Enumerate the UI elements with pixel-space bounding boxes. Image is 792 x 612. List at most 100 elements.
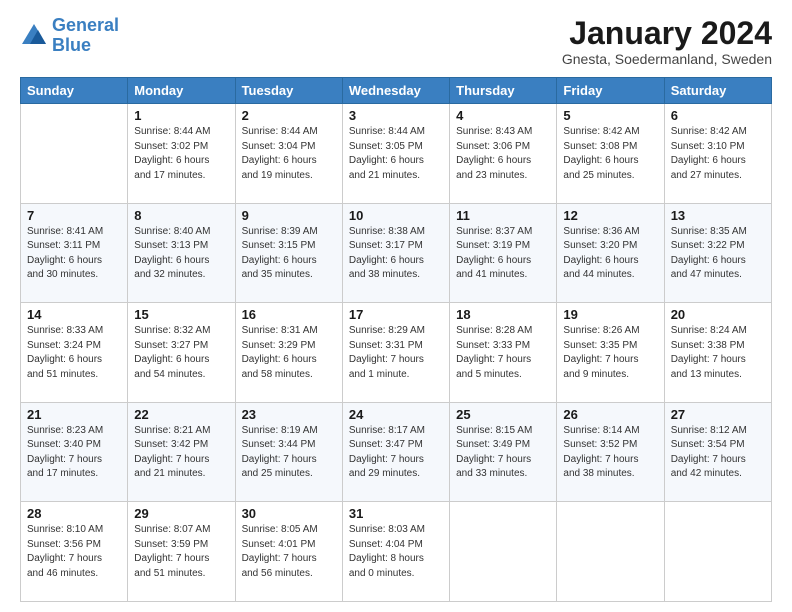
calendar-weekday-header: Wednesday (342, 78, 449, 104)
day-info: Sunrise: 8:38 AMSunset: 3:17 PMDaylight:… (349, 226, 425, 281)
day-info: Sunrise: 8:44 AMSunset: 3:02 PMDaylight:… (134, 126, 210, 181)
calendar-day-cell: 18 Sunrise: 8:28 AMSunset: 3:33 PMDaylig… (450, 303, 557, 403)
day-info: Sunrise: 8:41 AMSunset: 3:11 PMDaylight:… (27, 226, 103, 281)
day-info: Sunrise: 8:42 AMSunset: 3:08 PMDaylight:… (563, 126, 639, 181)
day-number: 9 (242, 208, 336, 223)
calendar-week-row: 1 Sunrise: 8:44 AMSunset: 3:02 PMDayligh… (21, 104, 772, 204)
day-info: Sunrise: 8:24 AMSunset: 3:38 PMDaylight:… (671, 325, 747, 380)
calendar-day-cell: 17 Sunrise: 8:29 AMSunset: 3:31 PMDaylig… (342, 303, 449, 403)
day-number: 27 (671, 407, 765, 422)
calendar-weekday-header: Monday (128, 78, 235, 104)
calendar-weekday-header: Friday (557, 78, 664, 104)
header: General Blue January 2024 Gnesta, Soeder… (20, 16, 772, 67)
day-number: 14 (27, 307, 121, 322)
day-info: Sunrise: 8:03 AMSunset: 4:04 PMDaylight:… (349, 524, 425, 579)
calendar-day-cell: 13 Sunrise: 8:35 AMSunset: 3:22 PMDaylig… (664, 203, 771, 303)
day-info: Sunrise: 8:42 AMSunset: 3:10 PMDaylight:… (671, 126, 747, 181)
calendar-day-cell: 15 Sunrise: 8:32 AMSunset: 3:27 PMDaylig… (128, 303, 235, 403)
day-number: 17 (349, 307, 443, 322)
day-number: 16 (242, 307, 336, 322)
day-info: Sunrise: 8:05 AMSunset: 4:01 PMDaylight:… (242, 524, 318, 579)
day-info: Sunrise: 8:43 AMSunset: 3:06 PMDaylight:… (456, 126, 532, 181)
calendar-day-cell: 7 Sunrise: 8:41 AMSunset: 3:11 PMDayligh… (21, 203, 128, 303)
calendar-weekday-header: Sunday (21, 78, 128, 104)
day-info: Sunrise: 8:10 AMSunset: 3:56 PMDaylight:… (27, 524, 103, 579)
day-info: Sunrise: 8:19 AMSunset: 3:44 PMDaylight:… (242, 425, 318, 480)
day-number: 5 (563, 108, 657, 123)
calendar-day-cell: 19 Sunrise: 8:26 AMSunset: 3:35 PMDaylig… (557, 303, 664, 403)
day-number: 24 (349, 407, 443, 422)
day-info: Sunrise: 8:15 AMSunset: 3:49 PMDaylight:… (456, 425, 532, 480)
calendar-day-cell: 6 Sunrise: 8:42 AMSunset: 3:10 PMDayligh… (664, 104, 771, 204)
day-info: Sunrise: 8:07 AMSunset: 3:59 PMDaylight:… (134, 524, 210, 579)
logo: General Blue (20, 16, 119, 56)
calendar-day-cell: 11 Sunrise: 8:37 AMSunset: 3:19 PMDaylig… (450, 203, 557, 303)
calendar-week-row: 28 Sunrise: 8:10 AMSunset: 3:56 PMDaylig… (21, 502, 772, 602)
day-number: 28 (27, 506, 121, 521)
calendar-day-cell: 12 Sunrise: 8:36 AMSunset: 3:20 PMDaylig… (557, 203, 664, 303)
day-number: 1 (134, 108, 228, 123)
title-block: January 2024 Gnesta, Soedermanland, Swed… (562, 16, 772, 67)
calendar-day-cell (21, 104, 128, 204)
day-number: 12 (563, 208, 657, 223)
day-info: Sunrise: 8:26 AMSunset: 3:35 PMDaylight:… (563, 325, 639, 380)
day-info: Sunrise: 8:40 AMSunset: 3:13 PMDaylight:… (134, 226, 210, 281)
calendar-day-cell: 24 Sunrise: 8:17 AMSunset: 3:47 PMDaylig… (342, 402, 449, 502)
day-number: 22 (134, 407, 228, 422)
day-info: Sunrise: 8:32 AMSunset: 3:27 PMDaylight:… (134, 325, 210, 380)
day-number: 25 (456, 407, 550, 422)
logo-icon (20, 22, 48, 50)
day-info: Sunrise: 8:36 AMSunset: 3:20 PMDaylight:… (563, 226, 639, 281)
day-number: 31 (349, 506, 443, 521)
day-number: 21 (27, 407, 121, 422)
day-number: 30 (242, 506, 336, 521)
main-title: January 2024 (562, 16, 772, 51)
calendar-header-row: SundayMondayTuesdayWednesdayThursdayFrid… (21, 78, 772, 104)
calendar-day-cell: 30 Sunrise: 8:05 AMSunset: 4:01 PMDaylig… (235, 502, 342, 602)
calendar-weekday-header: Tuesday (235, 78, 342, 104)
calendar-day-cell: 27 Sunrise: 8:12 AMSunset: 3:54 PMDaylig… (664, 402, 771, 502)
day-info: Sunrise: 8:14 AMSunset: 3:52 PMDaylight:… (563, 425, 639, 480)
day-number: 4 (456, 108, 550, 123)
calendar-day-cell: 14 Sunrise: 8:33 AMSunset: 3:24 PMDaylig… (21, 303, 128, 403)
day-number: 15 (134, 307, 228, 322)
day-info: Sunrise: 8:39 AMSunset: 3:15 PMDaylight:… (242, 226, 318, 281)
day-number: 29 (134, 506, 228, 521)
day-number: 18 (456, 307, 550, 322)
calendar-table: SundayMondayTuesdayWednesdayThursdayFrid… (20, 77, 772, 602)
day-info: Sunrise: 8:35 AMSunset: 3:22 PMDaylight:… (671, 226, 747, 281)
day-info: Sunrise: 8:28 AMSunset: 3:33 PMDaylight:… (456, 325, 532, 380)
calendar-day-cell: 29 Sunrise: 8:07 AMSunset: 3:59 PMDaylig… (128, 502, 235, 602)
calendar-weekday-header: Thursday (450, 78, 557, 104)
page: General Blue January 2024 Gnesta, Soeder… (0, 0, 792, 612)
day-info: Sunrise: 8:17 AMSunset: 3:47 PMDaylight:… (349, 425, 425, 480)
day-info: Sunrise: 8:21 AMSunset: 3:42 PMDaylight:… (134, 425, 210, 480)
day-number: 8 (134, 208, 228, 223)
calendar-week-row: 14 Sunrise: 8:33 AMSunset: 3:24 PMDaylig… (21, 303, 772, 403)
calendar-day-cell: 25 Sunrise: 8:15 AMSunset: 3:49 PMDaylig… (450, 402, 557, 502)
calendar-day-cell: 20 Sunrise: 8:24 AMSunset: 3:38 PMDaylig… (664, 303, 771, 403)
day-info: Sunrise: 8:31 AMSunset: 3:29 PMDaylight:… (242, 325, 318, 380)
calendar-day-cell: 9 Sunrise: 8:39 AMSunset: 3:15 PMDayligh… (235, 203, 342, 303)
calendar-day-cell: 16 Sunrise: 8:31 AMSunset: 3:29 PMDaylig… (235, 303, 342, 403)
day-info: Sunrise: 8:12 AMSunset: 3:54 PMDaylight:… (671, 425, 747, 480)
calendar-day-cell: 22 Sunrise: 8:21 AMSunset: 3:42 PMDaylig… (128, 402, 235, 502)
calendar-day-cell: 28 Sunrise: 8:10 AMSunset: 3:56 PMDaylig… (21, 502, 128, 602)
calendar-day-cell: 5 Sunrise: 8:42 AMSunset: 3:08 PMDayligh… (557, 104, 664, 204)
calendar-day-cell: 1 Sunrise: 8:44 AMSunset: 3:02 PMDayligh… (128, 104, 235, 204)
calendar-week-row: 7 Sunrise: 8:41 AMSunset: 3:11 PMDayligh… (21, 203, 772, 303)
day-number: 19 (563, 307, 657, 322)
subtitle: Gnesta, Soedermanland, Sweden (562, 51, 772, 67)
day-number: 11 (456, 208, 550, 223)
day-info: Sunrise: 8:37 AMSunset: 3:19 PMDaylight:… (456, 226, 532, 281)
calendar-day-cell: 4 Sunrise: 8:43 AMSunset: 3:06 PMDayligh… (450, 104, 557, 204)
day-number: 13 (671, 208, 765, 223)
day-number: 6 (671, 108, 765, 123)
calendar-day-cell: 3 Sunrise: 8:44 AMSunset: 3:05 PMDayligh… (342, 104, 449, 204)
day-number: 20 (671, 307, 765, 322)
day-number: 26 (563, 407, 657, 422)
day-info: Sunrise: 8:29 AMSunset: 3:31 PMDaylight:… (349, 325, 425, 380)
calendar-day-cell (557, 502, 664, 602)
logo-text: General Blue (52, 16, 119, 56)
calendar-day-cell: 21 Sunrise: 8:23 AMSunset: 3:40 PMDaylig… (21, 402, 128, 502)
